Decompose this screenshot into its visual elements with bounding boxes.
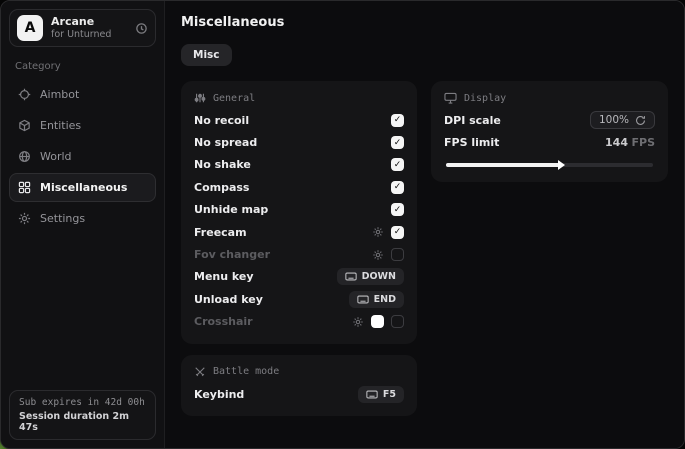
battle-keybind-button[interactable]: F5 — [358, 386, 404, 403]
crosshair-checkbox[interactable] — [391, 315, 404, 328]
crossed-swords-icon — [194, 366, 206, 378]
session-duration-text: Session duration 2m 47s — [19, 411, 146, 433]
menu-keybind-button[interactable]: DOWN — [337, 268, 404, 285]
setting-row-unload-key: Unload key END — [194, 288, 404, 310]
battle-mode-card: Battle mode Keybind F5 — [181, 355, 417, 416]
brand-logo: A — [17, 15, 43, 41]
keyboard-icon — [345, 272, 357, 281]
brand-card: A Arcane for Unturned — [9, 9, 156, 47]
subscription-footer: Sub expires in 42d 00h Session duration … — [9, 390, 156, 440]
entities-cube-icon — [18, 119, 31, 132]
monitor-icon — [444, 92, 457, 104]
sidebar-item-miscellaneous[interactable]: Miscellaneous — [9, 173, 156, 202]
brand-name: Arcane — [51, 15, 127, 29]
globe-icon — [18, 150, 31, 163]
sidebar-item-settings[interactable]: Settings — [9, 204, 156, 233]
freecam-gear-icon[interactable] — [372, 226, 384, 238]
sidebar-item-aimbot[interactable]: Aimbot — [9, 80, 156, 109]
fps-slider-thumb[interactable] — [558, 160, 565, 170]
unhide-map-checkbox[interactable] — [391, 203, 404, 216]
card-title: Battle mode — [213, 366, 279, 377]
main-panel: Miscellaneous Misc General — [165, 1, 684, 448]
tab-bar: Misc — [181, 43, 668, 66]
sidebar-item-label: Settings — [40, 212, 85, 225]
refresh-icon[interactable] — [135, 22, 148, 35]
sidebar-item-entities[interactable]: Entities — [9, 111, 156, 140]
brand-text: Arcane for Unturned — [51, 15, 127, 41]
card-title: Display — [464, 93, 506, 104]
sidebar: A Arcane for Unturned Category Aimbot — [1, 1, 165, 448]
setting-row-unhide-map: Unhide map — [194, 199, 404, 221]
card-title: General — [213, 93, 255, 104]
no-shake-checkbox[interactable] — [391, 158, 404, 171]
fps-limit-slider[interactable] — [446, 163, 653, 167]
fps-slider-fill — [446, 163, 560, 167]
category-nav: Aimbot Entities World — [9, 80, 156, 233]
page-title: Miscellaneous — [181, 15, 668, 30]
sidebar-item-label: World — [40, 150, 72, 163]
crosshair-gear-icon[interactable] — [352, 316, 364, 328]
tab-misc[interactable]: Misc — [181, 44, 232, 66]
display-card: Display DPI scale 100% F — [431, 81, 668, 182]
fov-changer-checkbox[interactable] — [391, 248, 404, 261]
grid-icon — [18, 181, 31, 194]
brand-subtitle: for Unturned — [51, 29, 127, 41]
setting-row-fps-limit: FPS limit 144 FPS — [444, 131, 655, 153]
compass-checkbox[interactable] — [391, 181, 404, 194]
setting-row-freecam: Freecam — [194, 221, 404, 243]
setting-row-no-shake: No shake — [194, 154, 404, 176]
sub-expiry-text: Sub expires in 42d 00h — [19, 397, 146, 408]
setting-row-no-recoil: No recoil — [194, 109, 404, 131]
sliders-icon — [194, 92, 206, 104]
keyboard-icon — [357, 295, 369, 304]
setting-row-battle-keybind: Keybind F5 — [194, 383, 404, 405]
unload-keybind-button[interactable]: END — [349, 291, 404, 308]
dpi-scale-value[interactable]: 100% — [590, 111, 655, 129]
crosshair-color-swatch[interactable] — [371, 315, 384, 328]
sidebar-item-label: Entities — [40, 119, 81, 132]
no-spread-checkbox[interactable] — [391, 136, 404, 149]
category-label: Category — [15, 61, 150, 72]
freecam-checkbox[interactable] — [391, 226, 404, 239]
fps-limit-value: 144 FPS — [605, 136, 655, 149]
arcane-window: A Arcane for Unturned Category Aimbot — [0, 0, 685, 449]
setting-row-compass: Compass — [194, 176, 404, 198]
crosshair-icon — [18, 88, 31, 101]
setting-row-fov-changer: Fov changer — [194, 243, 404, 265]
setting-row-menu-key: Menu key DOWN — [194, 266, 404, 288]
fov-changer-gear-icon[interactable] — [372, 249, 384, 261]
keyboard-icon — [366, 390, 378, 399]
sidebar-item-label: Aimbot — [40, 88, 79, 101]
gear-icon — [18, 212, 31, 225]
setting-row-dpi-scale: DPI scale 100% — [444, 109, 655, 131]
reset-icon[interactable] — [635, 115, 646, 126]
sidebar-item-world[interactable]: World — [9, 142, 156, 171]
no-recoil-checkbox[interactable] — [391, 114, 404, 127]
general-card: General No recoil No spread No shake — [181, 81, 417, 344]
setting-row-no-spread: No spread — [194, 131, 404, 153]
setting-row-crosshair: Crosshair — [194, 311, 404, 333]
sidebar-item-label: Miscellaneous — [40, 181, 127, 194]
